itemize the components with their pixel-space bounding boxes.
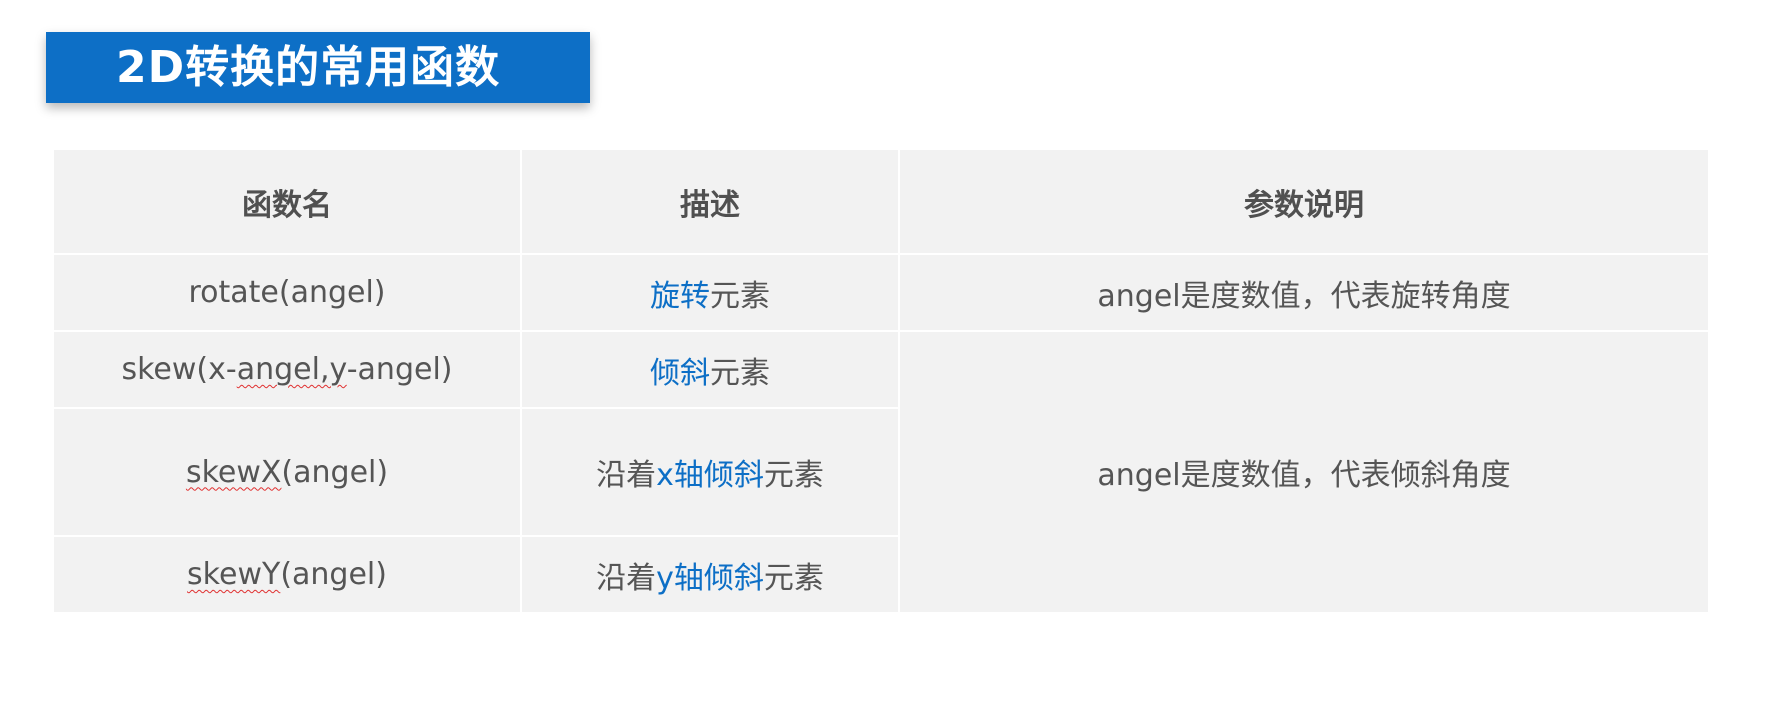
table-row: rotate(angel) 旋转元素 angel是度数值，代表旋转角度 xyxy=(52,253,1710,332)
parameter-text: angel是度数值，代表倾斜角度 xyxy=(1097,458,1511,493)
table-header-row: 函数名 描述 参数说明 xyxy=(52,148,1710,255)
description-text: 元素 xyxy=(710,355,770,391)
description-cell: 倾斜元素 xyxy=(520,330,900,409)
function-name: rotate(angel) xyxy=(188,275,386,310)
description-text: 元素 xyxy=(763,560,824,596)
function-name-part: -angel) xyxy=(346,352,453,387)
function-name-cell: skew(x-angel,y-angel) xyxy=(52,330,522,409)
description-highlight: y轴倾斜 xyxy=(656,560,764,596)
function-name-cell: rotate(angel) xyxy=(52,253,522,332)
function-name-cell: skewX(angel) xyxy=(52,407,522,537)
function-name-part-spellcheck: skewX xyxy=(185,454,282,490)
title-banner: 2D转换的常用函数 xyxy=(46,32,590,103)
functions-table: 函数名 描述 参数说明 rotate(angel) 旋转元素 angel是度数值… xyxy=(52,148,1710,614)
description-cell: 沿着y轴倾斜元素 xyxy=(520,535,900,614)
description-highlight: x轴倾斜 xyxy=(656,458,764,493)
page-title: 2D转换的常用函数 xyxy=(116,42,501,93)
function-name-part-spellcheck: angel,y xyxy=(236,352,347,387)
function-name-cell: skewY(angel) xyxy=(52,535,522,614)
header-function-name: 函数名 xyxy=(52,148,522,255)
parameter-text: angel是度数值，代表旋转角度 xyxy=(1097,278,1511,314)
description-cell: 旋转元素 xyxy=(520,253,900,332)
description-highlight: 旋转 xyxy=(650,278,710,314)
parameter-cell-merged: angel是度数值，代表倾斜角度 xyxy=(898,330,1710,614)
description-text: 沿着 xyxy=(596,560,657,596)
description-text: 元素 xyxy=(763,458,824,493)
parameter-cell: angel是度数值，代表旋转角度 xyxy=(898,253,1710,332)
function-name-part: (angel) xyxy=(281,454,389,490)
header-description: 描述 xyxy=(520,148,900,255)
description-cell: 沿着x轴倾斜元素 xyxy=(520,407,900,537)
description-text: 元素 xyxy=(710,278,770,314)
function-name-part-spellcheck: skewY xyxy=(187,557,281,592)
function-name-part: skew(x- xyxy=(121,352,237,387)
function-name-part: (angel) xyxy=(280,557,387,592)
header-parameter-notes: 参数说明 xyxy=(898,148,1710,255)
description-highlight: 倾斜 xyxy=(650,355,710,391)
table-row: skew(x-angel,y-angel) 倾斜元素 angel是度数值，代表倾… xyxy=(52,330,1710,614)
description-text: 沿着 xyxy=(596,458,657,493)
